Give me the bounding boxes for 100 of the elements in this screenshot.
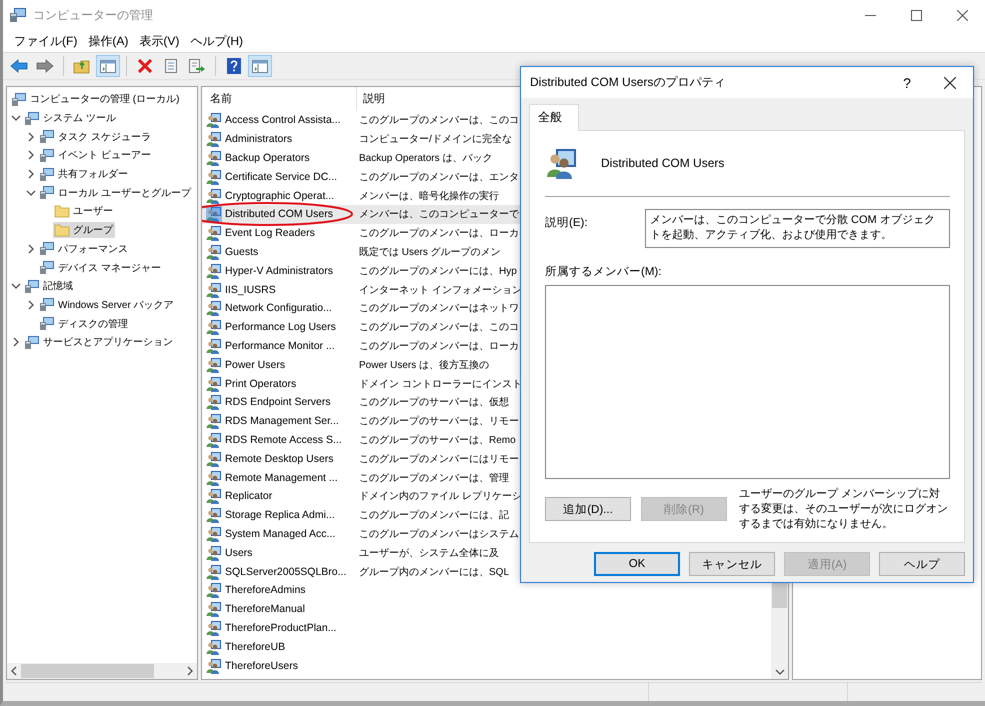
group-icon bbox=[206, 206, 222, 222]
document-icon bbox=[163, 58, 179, 74]
group-icon bbox=[206, 658, 222, 674]
list-row[interactable]: Access Control Assista... このグループのメンバーは、このコ bbox=[202, 111, 524, 130]
dialog-button[interactable]: ヘルプ bbox=[879, 552, 965, 576]
tree-item[interactable]: 記憶域 bbox=[23, 278, 75, 295]
group-name: IIS_IUSRS bbox=[225, 284, 277, 296]
list-row[interactable]: Power Users Power Users は、後方互換の bbox=[202, 355, 524, 374]
collapse-icon[interactable] bbox=[11, 113, 21, 124]
list-row[interactable]: Certificate Service DC... このグループのメンバーは、エンタ bbox=[202, 167, 524, 186]
group-icon bbox=[206, 620, 222, 636]
group-description: メンバーは、暗号化操作の実行 bbox=[359, 190, 499, 203]
dialog-button[interactable]: キャンセル bbox=[689, 552, 775, 576]
collapse-icon[interactable] bbox=[26, 188, 36, 198]
tree-item[interactable]: ローカル ユーザーとグループ bbox=[38, 184, 193, 202]
group-icon bbox=[206, 112, 222, 128]
list-row[interactable]: ThereforeUsers bbox=[202, 656, 524, 675]
list-row[interactable]: Cryptographic Operat... メンバーは、暗号化操作の実行 bbox=[202, 186, 524, 205]
group-description: このグループのサーバーは、Remo bbox=[359, 434, 516, 447]
menu-item[interactable]: ヘルプ(H) bbox=[187, 32, 251, 50]
tree-item[interactable]: 共有フォルダー bbox=[38, 166, 130, 183]
group-name: Access Control Assista... bbox=[225, 114, 342, 126]
scrollbar-thumb[interactable] bbox=[21, 664, 154, 678]
tab[interactable]: 全般 bbox=[529, 104, 579, 131]
tree-item[interactable]: コンピューターの管理 (ローカル) bbox=[10, 90, 182, 108]
group-name: Backup Operators bbox=[225, 152, 311, 164]
list-row[interactable]: System Managed Acc... このグループのメンバーはシステム bbox=[202, 524, 524, 544]
column-header[interactable]: 名前 bbox=[202, 87, 357, 111]
list-row[interactable]: Storage Replica Admi... このグループのメンバーには、記 bbox=[202, 506, 524, 525]
list-row[interactable]: Network Configuratio... このグループのメンバーはネットワ bbox=[202, 298, 524, 318]
monitor-icon bbox=[39, 297, 55, 312]
toolbar-button[interactable] bbox=[248, 55, 272, 77]
list-row[interactable]: ThereforeUB bbox=[202, 637, 524, 656]
tree-item[interactable]: タスク スケジューラ bbox=[38, 128, 153, 146]
delete-icon bbox=[137, 58, 153, 74]
group-name: Guests bbox=[225, 246, 260, 258]
list-row[interactable]: Remote Desktop Users このグループのメンバーにはリモー bbox=[202, 449, 524, 468]
panel-toggle-icon bbox=[251, 58, 269, 74]
list-row[interactable]: Hyper-V Administrators このグループのメンバーには、Hyp bbox=[202, 261, 524, 280]
description-field[interactable]: メンバーは、このコンピューターで分散 COM オブジェクトを起動、アクティブ化、および使用できます。 bbox=[645, 208, 950, 248]
monitor-icon bbox=[39, 129, 55, 144]
tree-item[interactable]: システム ツール bbox=[23, 110, 118, 127]
expand-icon[interactable] bbox=[26, 132, 36, 142]
tree-item[interactable]: ユーザー bbox=[53, 203, 115, 220]
group-icon bbox=[206, 526, 222, 542]
group-icon bbox=[206, 262, 222, 279]
expand-icon[interactable] bbox=[26, 244, 36, 254]
list-row[interactable]: Backup Operators Backup Operators は、バック bbox=[202, 148, 524, 168]
list-row[interactable]: Administrators コンピューター/ドメインに完全な bbox=[202, 130, 524, 149]
list-row[interactable]: Performance Log Users このグループのメンバーは、このコ bbox=[202, 318, 524, 337]
list-row[interactable]: Remote Management ... このグループのメンバーは、管理 bbox=[202, 468, 524, 487]
expand-icon[interactable] bbox=[26, 300, 36, 310]
menu-item[interactable]: ファイル(F) bbox=[11, 32, 86, 50]
dialog-button[interactable]: OK bbox=[594, 552, 680, 576]
list-row[interactable]: Performance Monitor ... このグループのメンバーは、ローカ bbox=[202, 336, 524, 356]
list-row[interactable]: ThereforeManual bbox=[202, 600, 524, 619]
list-row[interactable]: RDS Remote Access S... このグループのサーバーは、Remo bbox=[202, 430, 524, 450]
group-icon bbox=[206, 450, 222, 467]
list-row[interactable]: Event Log Readers このグループのメンバーは、ローカ bbox=[202, 224, 524, 243]
expand-icon[interactable] bbox=[26, 150, 36, 160]
group-name: RDS Endpoint Servers bbox=[225, 396, 332, 408]
group-name: ThereforeUsers bbox=[225, 660, 299, 672]
toolbar-button[interactable] bbox=[96, 55, 120, 77]
member-button[interactable]: 追加(D)... bbox=[545, 497, 631, 521]
group-name: Storage Replica Admi... bbox=[225, 509, 336, 522]
tree-item[interactable]: パフォーマンス bbox=[38, 240, 130, 258]
group-name: Power Users bbox=[225, 358, 286, 371]
column-header[interactable]: 説明 bbox=[357, 87, 513, 111]
group-icon bbox=[206, 488, 222, 504]
menu-item[interactable]: 操作(A) bbox=[85, 32, 136, 50]
app-icon bbox=[9, 7, 27, 23]
tree-item[interactable]: ディスクの管理 bbox=[38, 315, 130, 332]
help-icon bbox=[226, 57, 242, 75]
group-name: Replicator bbox=[225, 490, 274, 502]
expand-icon[interactable] bbox=[26, 169, 36, 180]
group-description: ドメイン コントローラーにインスト bbox=[359, 378, 522, 391]
list-row[interactable]: Guests 既定では Users グループのメン bbox=[202, 242, 524, 262]
maximize-icon bbox=[910, 10, 922, 20]
collapse-icon[interactable] bbox=[11, 281, 21, 292]
monitor-icon bbox=[39, 316, 55, 332]
tree-item[interactable]: デバイス マネージャー bbox=[38, 259, 163, 276]
list-row[interactable]: ThereforeProductPlan... bbox=[202, 618, 524, 638]
list-row[interactable]: Print Operators ドメイン コントローラーにインスト bbox=[202, 374, 524, 393]
expand-icon[interactable] bbox=[11, 337, 21, 348]
list-row[interactable]: RDS Endpoint Servers このグループのサーバーは、仮想 bbox=[202, 392, 524, 412]
group-icon bbox=[206, 225, 222, 242]
group-icon bbox=[206, 564, 222, 580]
tree-item[interactable]: Windows Server バックア bbox=[38, 296, 176, 314]
list-row[interactable]: RDS Management Ser... このグループのサーバーは、リモー bbox=[202, 412, 524, 431]
tree-item[interactable]: グループ bbox=[53, 222, 115, 238]
list-row[interactable]: Users ユーザーが、システム全体に及 bbox=[202, 543, 524, 562]
tree-item[interactable]: イベント ビューアー bbox=[38, 146, 153, 164]
monitor-icon bbox=[39, 260, 55, 276]
help-button[interactable]: ? bbox=[887, 68, 927, 98]
group-icon bbox=[206, 470, 222, 486]
list-row[interactable]: SQLServer2005SQLBro... グループ内のメンバーには、SQL bbox=[202, 562, 524, 581]
list-row[interactable]: ThereforeAdmins bbox=[202, 580, 524, 600]
tree-item[interactable]: サービスとアプリケーション bbox=[23, 334, 175, 351]
menu-item[interactable]: 表示(V) bbox=[136, 32, 188, 50]
back-arrow-icon bbox=[10, 59, 28, 73]
